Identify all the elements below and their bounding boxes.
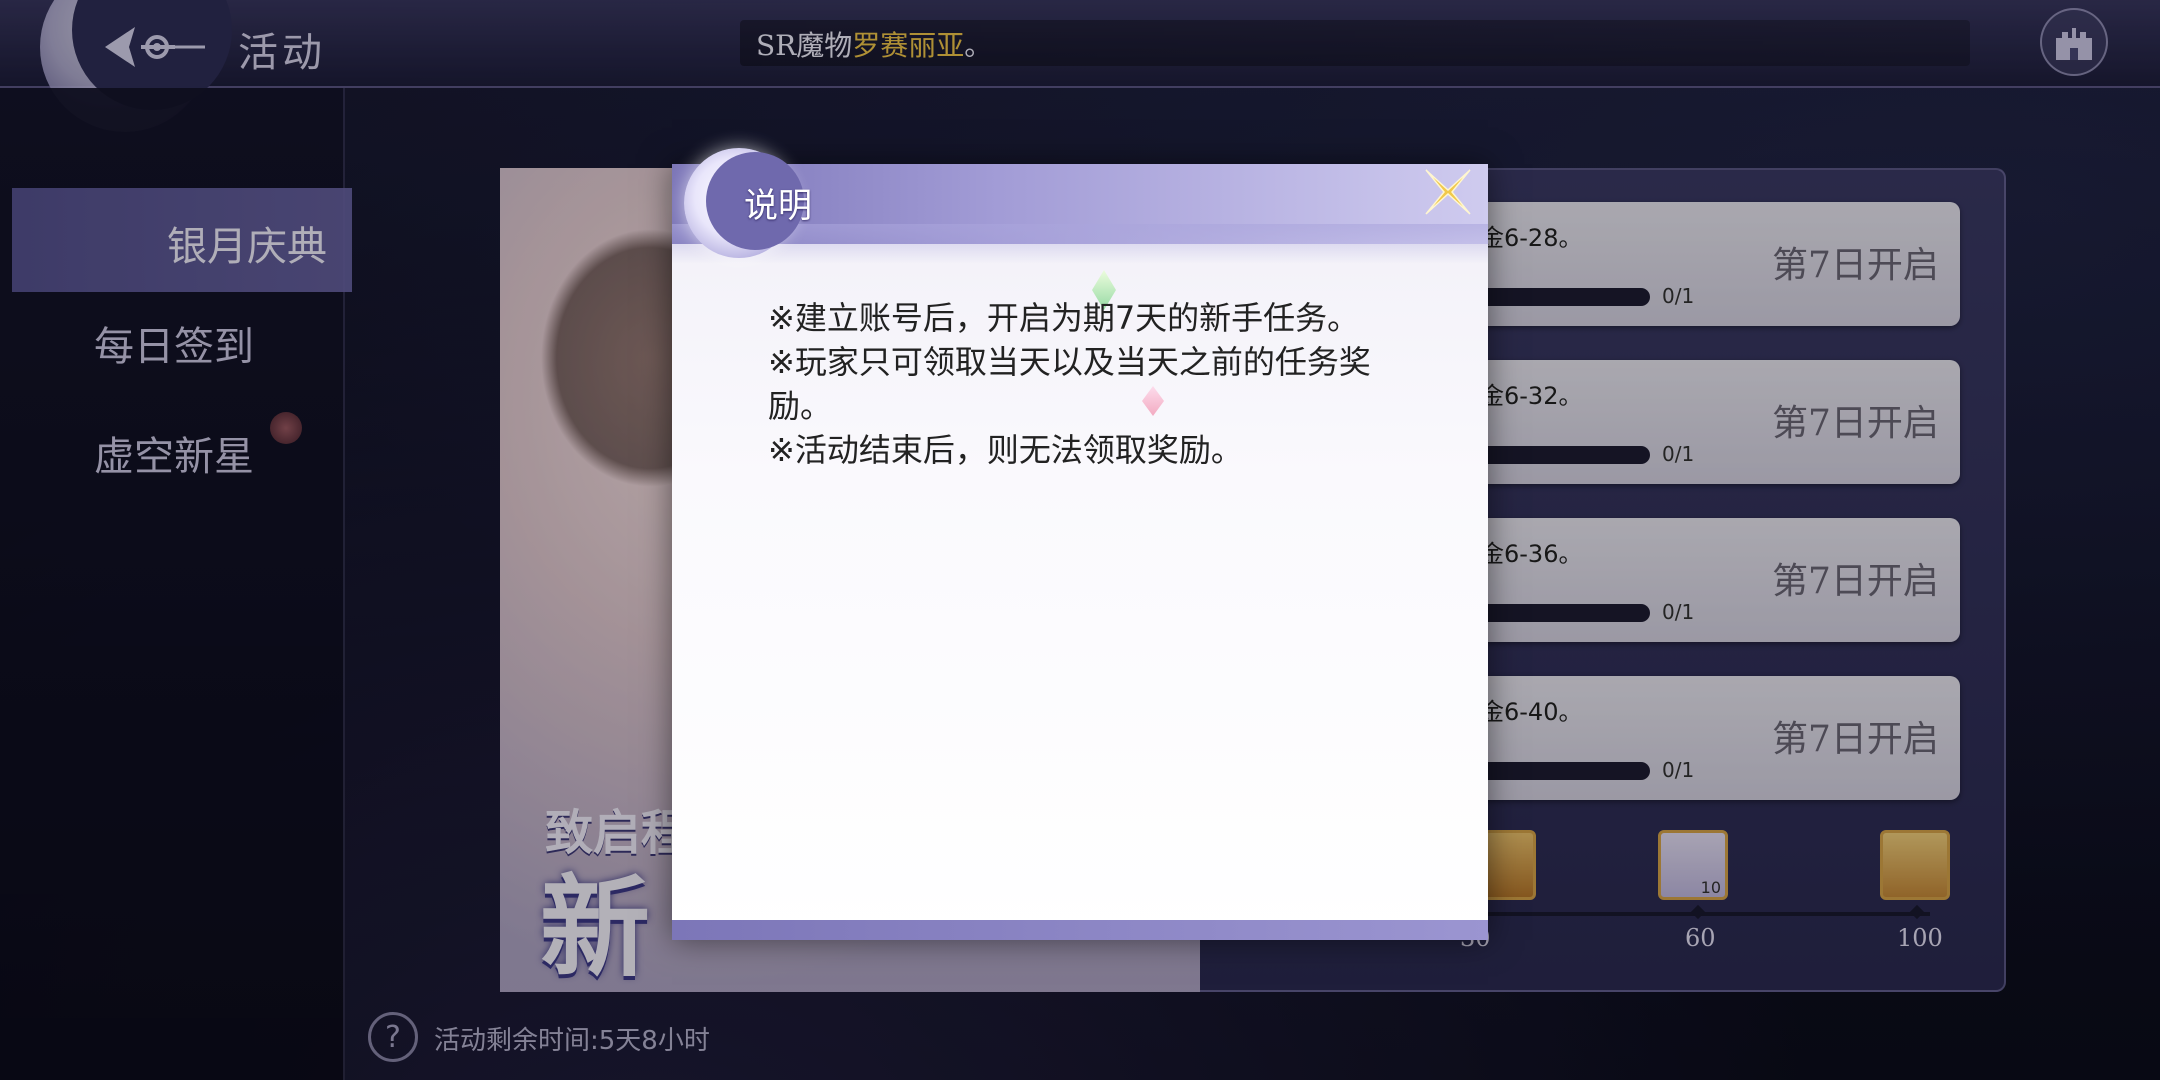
dialog-title: 说明: [744, 186, 812, 226]
rule-line: ※建立账号后，开启为期7天的新手任务。: [768, 299, 1360, 337]
rule-line: ※活动结束后，则无法领取奖励。: [768, 431, 1243, 469]
dialog-body: ※建立账号后，开启为期7天的新手任务。 ※玩家只可领取当天以及当天之前的任务奖励…: [768, 296, 1408, 472]
close-icon: [1425, 169, 1471, 215]
rule-line: ※玩家只可领取当天以及当天之前的任务奖励。: [768, 343, 1371, 425]
info-dialog: 说明 ※建立账号后，开启为期7天的新手任务。 ※玩家只可领取当天以及当天之前的任…: [672, 148, 1488, 940]
close-button[interactable]: [1418, 164, 1478, 220]
dialog-footer-bar: [672, 920, 1488, 940]
